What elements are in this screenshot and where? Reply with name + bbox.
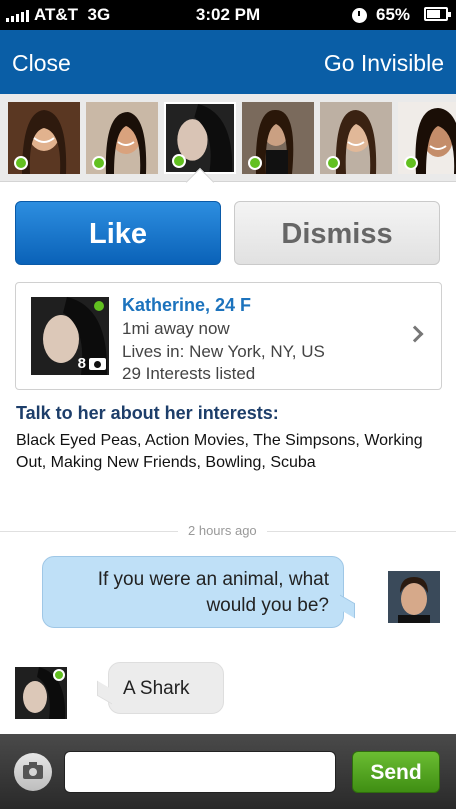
incoming-message-bubble: A Shark [108,662,224,714]
my-avatar [388,571,440,623]
interests-list: Black Eyed Peas, Action Movies, The Simp… [16,432,423,471]
online-indicator [53,669,65,681]
dismiss-button[interactable]: Dismiss [234,201,440,265]
online-indicator [94,301,104,311]
her-avatar [15,667,67,719]
online-indicator [14,156,28,170]
like-button[interactable]: Like [15,201,221,265]
send-button[interactable]: Send [352,751,440,793]
close-button[interactable]: Close [12,50,71,77]
outgoing-message-bubble: If you were an animal, what would you be… [42,556,344,628]
thumbnail-1[interactable] [8,102,80,174]
profile-card[interactable]: 8 Katherine, 24 F 1mi away now Lives in:… [15,282,442,390]
online-indicator [172,154,186,168]
thumbnail-4[interactable] [242,102,314,174]
message-input[interactable] [64,751,336,793]
battery-percent: 65% [376,5,411,24]
thumbnail-5[interactable] [320,102,392,174]
profile-photo: 8 [31,297,109,375]
camera-icon [89,357,106,370]
camera-button[interactable] [14,753,52,791]
thumbnail-2[interactable] [86,102,158,174]
profile-interests-count: 29 Interests listed [122,364,256,383]
clock-icon [352,8,367,23]
profile-location: Lives in: New York, NY, US [122,342,325,361]
thumbnail-3-selected[interactable] [164,102,236,174]
battery-icon [424,7,451,21]
status-bar: AT&T 3G 3:02 PM 65% [0,0,456,30]
avatar-image [388,571,440,623]
camera-icon [23,762,43,779]
online-indicator [92,156,106,170]
online-indicator [404,156,418,170]
profile-name: Katherine, 24 F [122,295,252,315]
online-indicator [326,156,340,170]
photo-count-value: 8 [77,355,86,372]
message-timestamp: 2 hours ago [178,523,267,538]
thumbnail-6[interactable] [398,102,456,174]
chevron-right-icon [406,325,424,343]
profile-distance: 1mi away now [122,319,230,338]
go-invisible-button[interactable]: Go Invisible [324,50,444,77]
photo-count: 8 [78,355,106,372]
message-composer: Send [0,734,456,809]
timestamp-divider: 2 hours ago [0,520,456,544]
thumbnail-strip [0,94,456,182]
online-indicator [248,156,262,170]
navbar: Close Go Invisible [0,30,456,94]
interests-title: Talk to her about her interests: [16,403,279,423]
